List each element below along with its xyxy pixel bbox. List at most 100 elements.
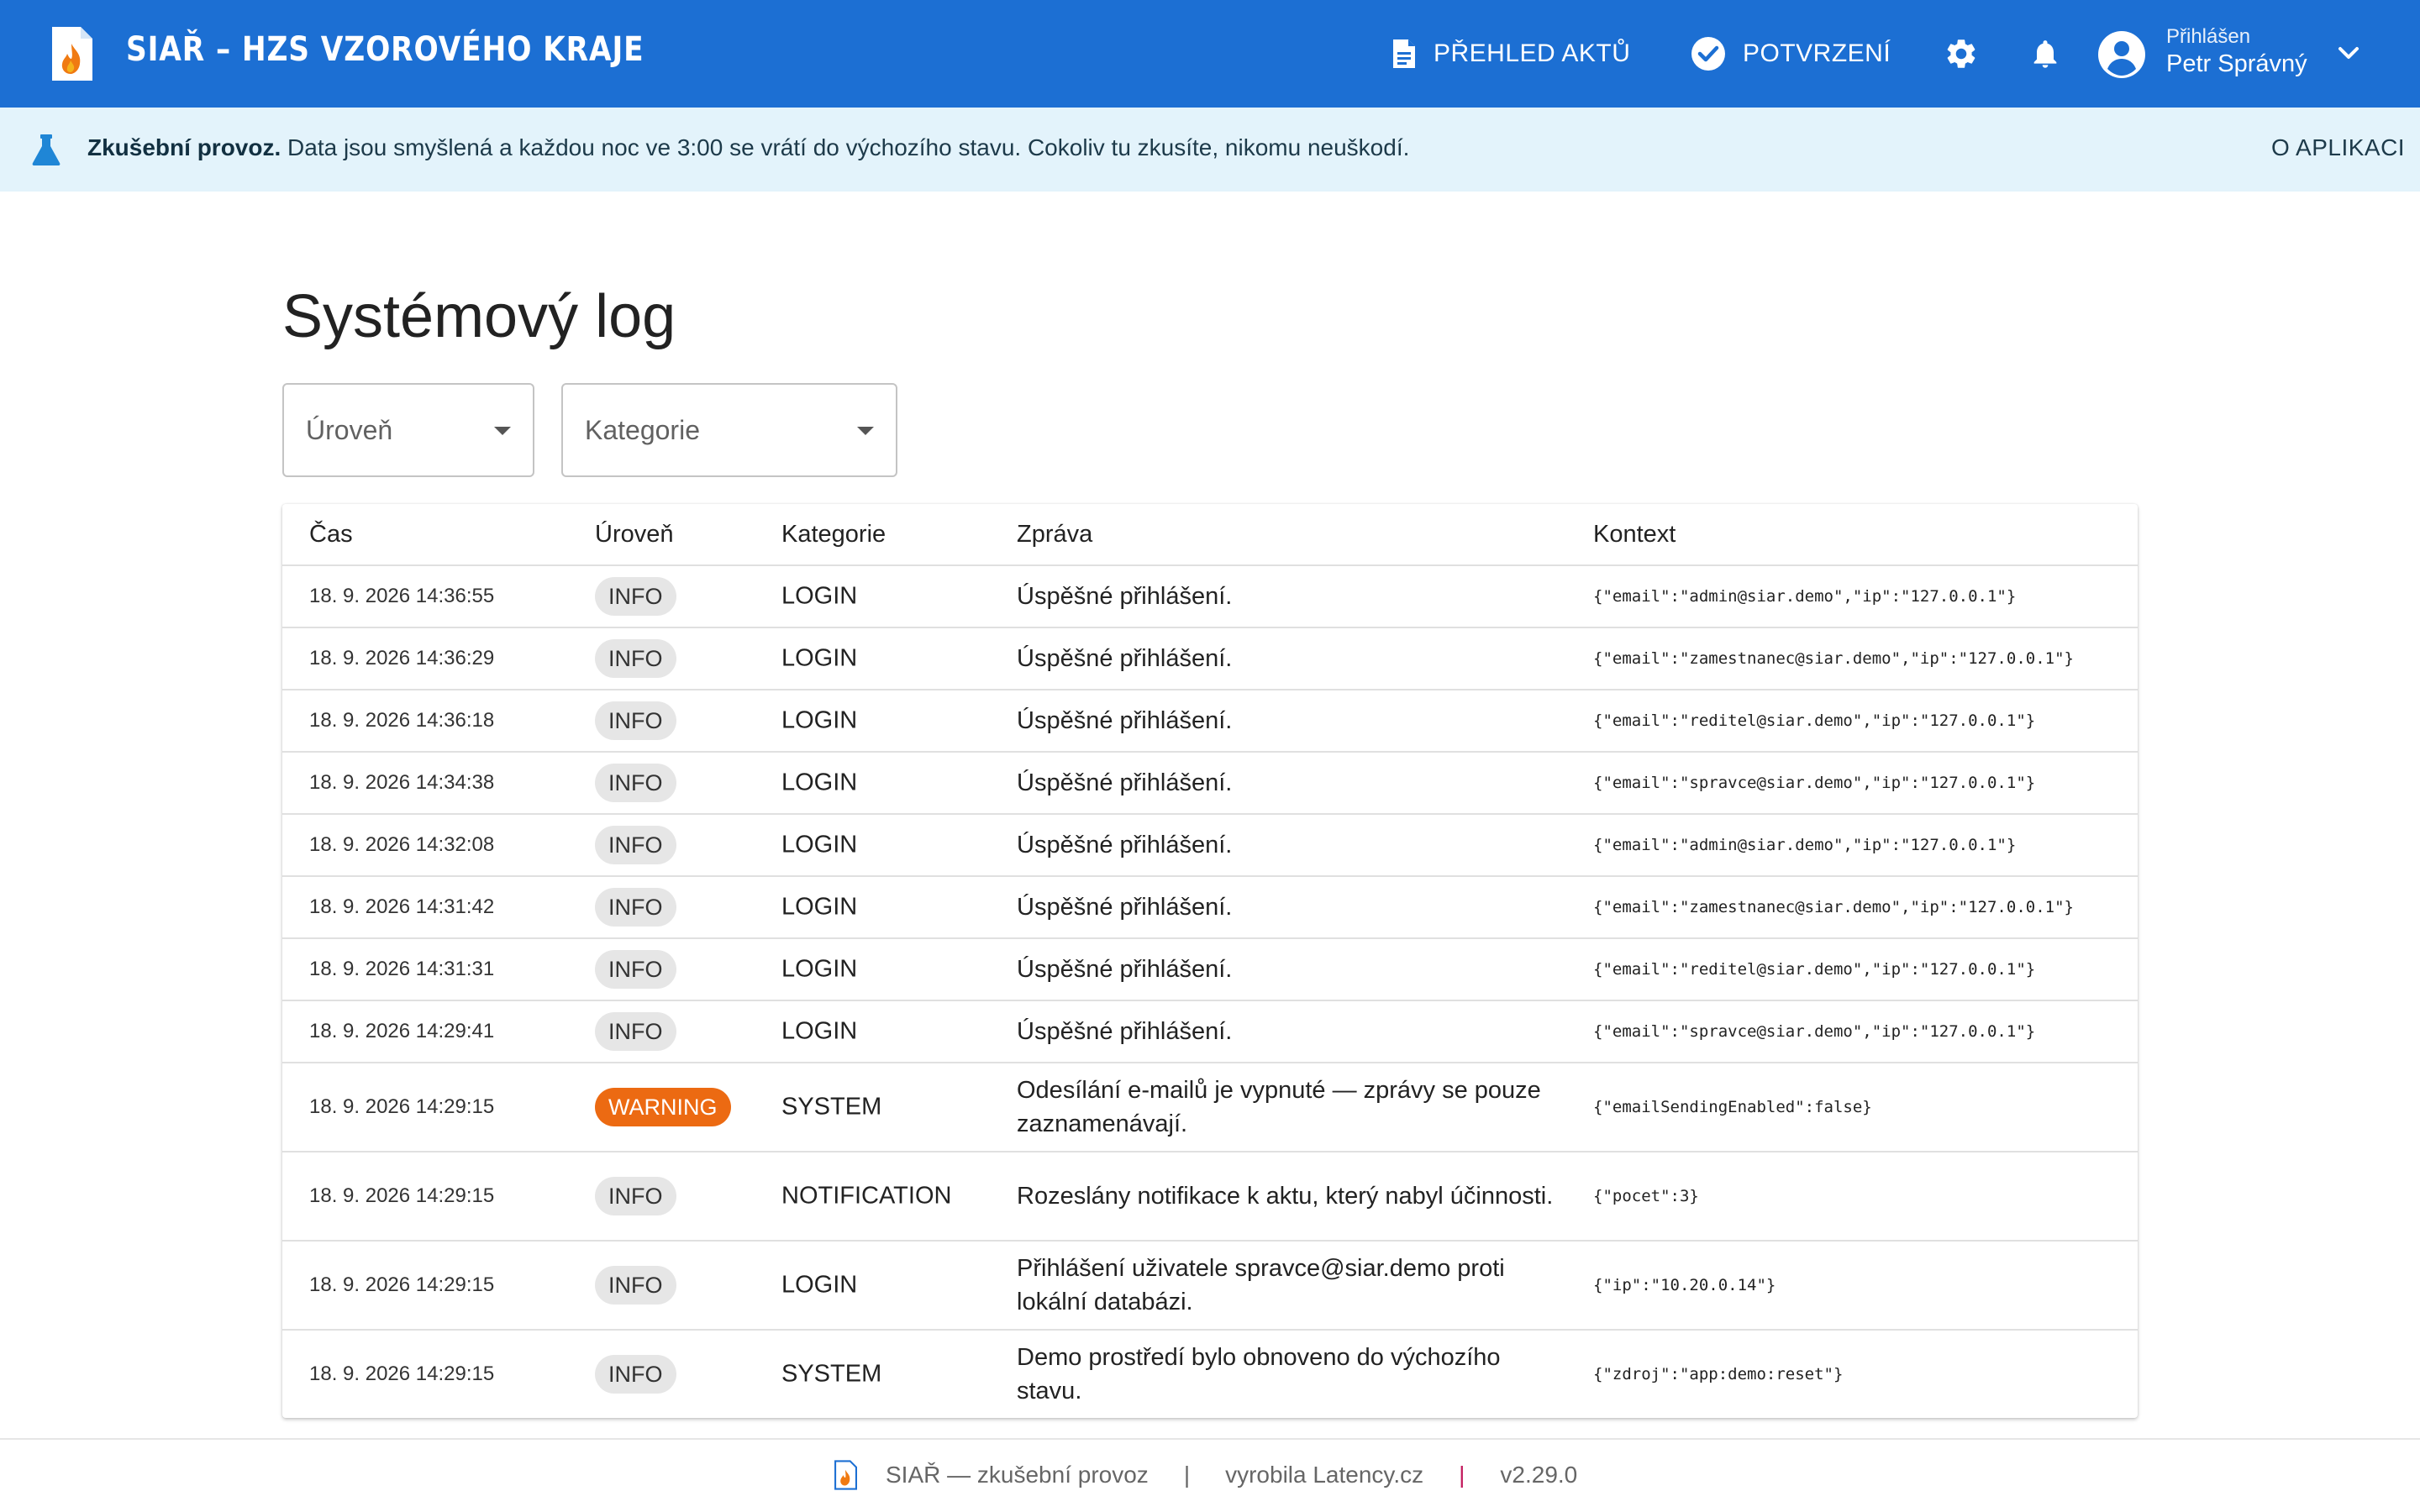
flask-icon	[32, 134, 60, 165]
level-chip: INFO	[595, 1012, 676, 1051]
banner-text: Zkušební provoz. Data jsou smyšlená a ka…	[87, 134, 1409, 161]
table-row: 18. 9. 2026 14:31:42 INFO LOGIN Úspěšné …	[282, 877, 2138, 939]
cell-message: Úspěšné přihlášení.	[1017, 583, 1233, 610]
level-chip: INFO	[595, 950, 676, 989]
table-row: 18. 9. 2026 14:29:15 INFO NOTIFICATION R…	[282, 1152, 2138, 1242]
level-chip: INFO	[595, 577, 676, 616]
footer-separator: |	[1183, 1462, 1191, 1488]
table-row: 18. 9. 2026 14:36:18 INFO LOGIN Úspěšné …	[282, 690, 2138, 753]
settings-button[interactable]	[1939, 32, 1983, 76]
cell-category: LOGIN	[781, 769, 858, 796]
nav-button-acts[interactable]: PŘEHLED AKTŮ	[1392, 32, 1630, 76]
cell-message: Demo prostředí bylo obnoveno do výchozíh…	[1017, 1344, 1501, 1404]
cell-context: {"zdroj":"app:demo:reset"}	[1593, 1365, 1844, 1383]
cell-context: {"email":"zamestnanec@siar.demo","ip":"1…	[1593, 649, 2074, 668]
level-filter-select[interactable]: Úroveň	[282, 383, 534, 477]
footer-divider	[0, 1438, 2420, 1440]
column-header-level[interactable]: Úroveň	[595, 521, 674, 549]
cell-category: LOGIN	[781, 893, 858, 921]
cell-level: INFO	[595, 826, 676, 864]
column-header-category[interactable]: Kategorie	[781, 521, 886, 549]
cell-message: Úspěšné přihlášení.	[1017, 645, 1233, 672]
column-header-context[interactable]: Kontext	[1593, 521, 1676, 549]
cell-level: WARNING	[595, 1088, 731, 1126]
category-filter-label: Kategorie	[585, 415, 700, 445]
table-header-row: Čas Úroveň Kategorie Zpráva Kontext	[282, 504, 2138, 566]
category-filter-select[interactable]: Kategorie	[561, 383, 897, 477]
cell-level: INFO	[595, 639, 676, 678]
column-header-message[interactable]: Zpráva	[1017, 521, 1092, 549]
cell-level: INFO	[595, 950, 676, 989]
cell-time: 18. 9. 2026 14:32:08	[309, 833, 495, 856]
user-menu[interactable]: Přihlášen Petr Správný	[2166, 25, 2307, 79]
cell-time: 18. 9. 2026 14:34:38	[309, 771, 495, 794]
table-row: 18. 9. 2026 14:34:38 INFO LOGIN Úspěšné …	[282, 753, 2138, 815]
app-title[interactable]: SIAŘ – HZS VZOROVÉHO KRAJE	[126, 30, 644, 69]
nav-confirm-label: POTVRZENÍ	[1743, 39, 1891, 67]
column-header-time[interactable]: Čas	[309, 521, 353, 549]
footer-product: SIAŘ — zkušební provoz	[886, 1462, 1149, 1488]
document-icon	[1393, 39, 1415, 68]
cell-level: INFO	[595, 1355, 676, 1394]
cell-context: {"ip":"10.20.0.14"}	[1593, 1276, 1776, 1294]
cell-context: {"email":"zamestnanec@siar.demo","ip":"1…	[1593, 898, 2074, 916]
user-caption: Přihlášen	[2166, 25, 2251, 48]
table-row: 18. 9. 2026 14:36:29 INFO LOGIN Úspěšné …	[282, 628, 2138, 690]
level-chip: INFO	[595, 764, 676, 802]
table-row: 18. 9. 2026 14:29:15 INFO SYSTEM Demo pr…	[282, 1331, 2138, 1418]
cell-context: {"email":"admin@siar.demo","ip":"127.0.0…	[1593, 587, 2017, 606]
footer-version: v2.29.0	[1500, 1462, 1578, 1488]
footer-maker-link[interactable]: vyrobila Latency.cz	[1225, 1462, 1423, 1488]
chevron-down-icon[interactable]	[2333, 40, 2365, 67]
footer-separator: |	[1459, 1462, 1465, 1488]
gear-icon	[1947, 39, 1975, 68]
level-chip: INFO	[595, 1177, 676, 1215]
footer: SIAŘ — zkušební provoz | vyrobila Latenc…	[834, 1458, 1577, 1492]
cell-context: {"email":"reditel@siar.demo","ip":"127.0…	[1593, 711, 2036, 730]
cell-level: INFO	[595, 1177, 676, 1215]
cell-context: {"email":"admin@siar.demo","ip":"127.0.0…	[1593, 836, 2017, 854]
level-chip: INFO	[595, 639, 676, 678]
table-row: 18. 9. 2026 14:29:41 INFO LOGIN Úspěšné …	[282, 1001, 2138, 1063]
cell-level: INFO	[595, 764, 676, 802]
bell-icon	[2033, 40, 2057, 68]
log-table: Čas Úroveň Kategorie Zpráva Kontext 18. …	[282, 504, 2138, 1418]
cell-context: {"email":"spravce@siar.demo","ip":"127.0…	[1593, 1022, 2036, 1041]
banner-strong: Zkušební provoz.	[87, 134, 281, 160]
level-chip: INFO	[595, 1355, 676, 1394]
cell-time: 18. 9. 2026 14:31:31	[309, 958, 495, 980]
account-circle-icon[interactable]	[2097, 30, 2146, 79]
cell-message: Úspěšné přihlášení.	[1017, 769, 1233, 796]
about-app-link[interactable]: O APLIKACI	[2271, 134, 2405, 161]
cell-time: 18. 9. 2026 14:36:55	[309, 585, 495, 607]
cell-message: Úspěšné přihlášení.	[1017, 956, 1233, 983]
cell-time: 18. 9. 2026 14:29:15	[309, 1184, 495, 1207]
table-row: 18. 9. 2026 14:29:15 WARNING SYSTEM Odes…	[282, 1063, 2138, 1152]
level-chip: INFO	[595, 701, 676, 740]
table-row: 18. 9. 2026 14:36:55 INFO LOGIN Úspěšné …	[282, 566, 2138, 628]
cell-category: LOGIN	[781, 706, 858, 734]
dropdown-caret-icon	[494, 427, 511, 435]
cell-level: INFO	[595, 701, 676, 740]
notifications-button[interactable]	[2023, 32, 2067, 76]
cell-context: {"emailSendingEnabled":false}	[1593, 1098, 1872, 1116]
cell-context: {"pocet":3}	[1593, 1187, 1699, 1205]
cell-category: SYSTEM	[781, 1093, 882, 1121]
cell-category: LOGIN	[781, 1271, 858, 1299]
cell-level: INFO	[595, 577, 676, 616]
level-chip-warning: WARNING	[595, 1088, 731, 1126]
cell-category: LOGIN	[781, 582, 858, 610]
user-name: Petr Správný	[2166, 50, 2307, 77]
cell-message: Úspěšné přihlášení.	[1017, 1018, 1233, 1045]
logo-icon[interactable]	[49, 25, 94, 82]
page-title: Systémový log	[282, 283, 676, 350]
nav-acts-label: PŘEHLED AKTŮ	[1434, 39, 1631, 67]
nav-button-confirmations[interactable]: POTVRZENÍ	[1691, 32, 1891, 76]
cell-message: Přihlášení uživatele spravce@siar.demo p…	[1017, 1255, 1505, 1315]
cell-message: Rozeslány notifikace k aktu, který nabyl…	[1017, 1183, 1554, 1210]
cell-time: 18. 9. 2026 14:29:15	[309, 1095, 495, 1118]
cell-time: 18. 9. 2026 14:29:41	[309, 1020, 495, 1042]
cell-message: Odesílání e-mailů je vypnuté — zprávy se…	[1017, 1077, 1541, 1137]
cell-category: LOGIN	[781, 831, 858, 858]
banner-message: Data jsou smyšlená a každou noc ve 3:00 …	[281, 134, 1410, 160]
